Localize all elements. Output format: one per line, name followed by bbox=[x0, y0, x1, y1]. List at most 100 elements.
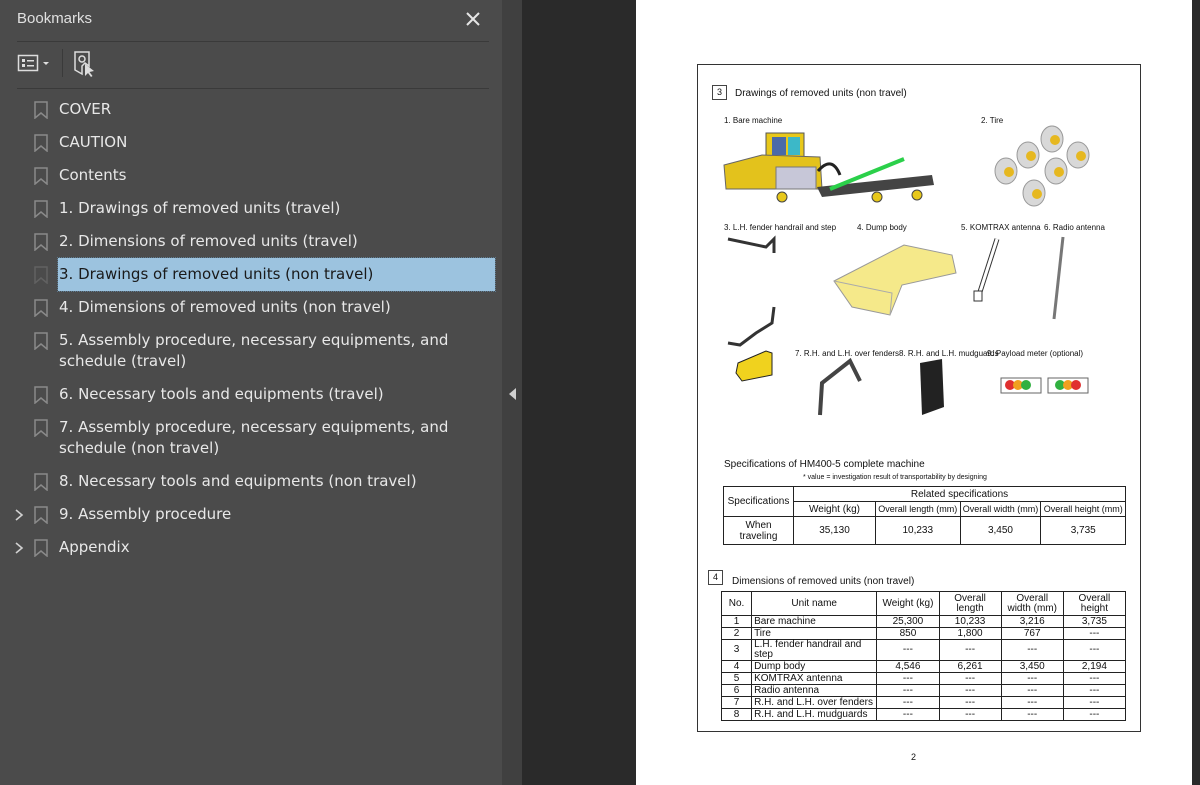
toolbar-separator bbox=[62, 49, 63, 77]
bookmark-label: 1. Drawings of removed units (travel) bbox=[59, 199, 341, 217]
bookmark-item[interactable]: 5. Assembly procedure, necessary equipme… bbox=[0, 324, 502, 378]
table-cell: 767 bbox=[1000, 627, 1064, 640]
bookmark-item[interactable]: 9. Assembly procedure bbox=[0, 498, 502, 531]
panel-title: Bookmarks bbox=[17, 10, 93, 27]
specs-title: Specifications of HM400-5 complete machi… bbox=[724, 459, 925, 470]
column-header: Overall height bbox=[1062, 591, 1127, 616]
table-cell: 2,194 bbox=[1062, 660, 1127, 673]
find-current-bookmark-icon bbox=[74, 51, 94, 77]
table-cell: 2 bbox=[720, 627, 753, 640]
komtrax-antenna-image bbox=[973, 238, 1000, 302]
caption-mudguards: 8. R.H. and L.H. mudguards bbox=[899, 349, 999, 358]
bookmark-icon bbox=[34, 200, 48, 218]
bookmark-item[interactable]: 7. Assembly procedure, necessary equipme… bbox=[0, 411, 502, 465]
column-header: Overall width (mm) bbox=[1000, 591, 1064, 616]
dump-body-image bbox=[833, 244, 957, 316]
table-row: 3 L.H. fender handrail and step --- --- --- -… bbox=[720, 639, 1127, 661]
bookmark-label: 8. Necessary tools and equipments (non t… bbox=[59, 472, 417, 490]
bare-machine-image bbox=[723, 132, 934, 203]
chevron-right-icon[interactable] bbox=[13, 508, 25, 522]
table-cell: 3,216 bbox=[1000, 615, 1064, 628]
column-header: No. bbox=[720, 591, 753, 616]
caption-bare-machine: 1. Bare machine bbox=[724, 116, 783, 125]
table-cell: L.H. fender handrail and step bbox=[751, 639, 878, 661]
table-row: 5 KOMTRAX antenna --- --- --- --- bbox=[720, 672, 1127, 685]
table-cell: --- bbox=[1062, 696, 1127, 709]
bookmark-icon bbox=[34, 506, 48, 524]
table-cell: 8 bbox=[720, 708, 753, 721]
table-cell: 3,735 bbox=[1062, 615, 1127, 628]
bookmark-item[interactable]: 8. Necessary tools and equipments (non t… bbox=[0, 465, 502, 498]
bookmark-item[interactable]: COVER bbox=[0, 93, 502, 126]
bookmark-label: CAUTION bbox=[59, 133, 128, 151]
bookmark-item[interactable]: Contents bbox=[0, 159, 502, 192]
table-cell: R.H. and L.H. over fenders bbox=[751, 696, 878, 709]
table-cell: --- bbox=[938, 639, 1002, 661]
caption-radio-antenna: 6. Radio antenna bbox=[1044, 223, 1105, 232]
find-current-bookmark-button[interactable] bbox=[72, 50, 98, 78]
bookmark-item[interactable]: 6. Necessary tools and equipments (trave… bbox=[0, 378, 502, 411]
table-cell: --- bbox=[1000, 639, 1064, 661]
table-cell: --- bbox=[1000, 672, 1064, 685]
bookmark-icon bbox=[34, 386, 48, 404]
table-cell: --- bbox=[1000, 708, 1064, 721]
table-cell: --- bbox=[1062, 627, 1127, 640]
chevron-down-icon bbox=[43, 62, 49, 65]
table-cell: 4,546 bbox=[876, 660, 940, 673]
bookmark-item[interactable]: 1. Drawings of removed units (travel) bbox=[0, 192, 502, 225]
divider bbox=[17, 88, 489, 89]
table-cell: Radio antenna bbox=[751, 684, 878, 697]
table-cell: 3,450 bbox=[1000, 660, 1064, 673]
table-row: 1 Bare machine 25,300 10,233 3,216 3,735 bbox=[720, 615, 1127, 628]
table-cell: 1,800 bbox=[938, 627, 1002, 640]
table-cell: --- bbox=[876, 639, 940, 661]
bookmarks-panel: Bookmarks COVER CAUTION Contents 1. Drawing… bbox=[0, 0, 502, 785]
bookmark-icon bbox=[34, 233, 48, 251]
specs-cell: 35,130 bbox=[793, 516, 876, 545]
table-cell: 6,261 bbox=[938, 660, 1002, 673]
close-panel-button[interactable] bbox=[462, 8, 484, 30]
bookmark-item[interactable]: 2. Dimensions of removed units (travel) bbox=[0, 225, 502, 258]
bookmark-item[interactable]: Appendix bbox=[0, 531, 502, 564]
specs-col-header: Weight (kg) bbox=[793, 501, 876, 517]
bookmark-item[interactable]: 3. Drawings of removed units (non travel… bbox=[0, 257, 502, 292]
specs-col-header: Overall width (mm) bbox=[959, 501, 1042, 517]
table-cell: Tire bbox=[751, 627, 878, 640]
table-cell: R.H. and L.H. mudguards bbox=[751, 708, 878, 721]
fender-handrail-image bbox=[727, 235, 776, 382]
caption-dump-body: 4. Dump body bbox=[857, 223, 907, 232]
table-cell: --- bbox=[1000, 684, 1064, 697]
table-row: 4 Dump body 4,546 6,261 3,450 2,194 bbox=[720, 660, 1127, 673]
column-header: Unit name bbox=[751, 591, 878, 616]
table-cell: 1 bbox=[720, 615, 753, 628]
bookmark-label: 3. Drawings of removed units (non travel… bbox=[57, 257, 496, 292]
bookmark-icon bbox=[34, 101, 48, 119]
tire-icon bbox=[1040, 125, 1064, 153]
radio-antenna-image bbox=[1052, 236, 1065, 320]
viewer-gutter bbox=[1192, 0, 1200, 785]
bookmark-item[interactable]: CAUTION bbox=[0, 126, 502, 159]
column-header: Weight (kg) bbox=[876, 591, 940, 616]
table-cell: 7 bbox=[720, 696, 753, 709]
options-menu-icon bbox=[17, 54, 49, 72]
close-icon bbox=[466, 12, 480, 26]
bookmark-item[interactable]: 4. Dimensions of removed units (non trav… bbox=[0, 291, 502, 324]
specs-header-left: Specifications bbox=[723, 486, 794, 517]
bookmark-icon bbox=[34, 539, 48, 557]
collapse-panel-button[interactable] bbox=[509, 385, 517, 400]
options-dropdown-button[interactable] bbox=[17, 52, 57, 74]
document-page: 3 Drawings of removed units (non travel)… bbox=[636, 0, 1192, 785]
specs-header-group: Related specifications bbox=[793, 486, 1126, 502]
specs-note: * value = investigation result of transp… bbox=[803, 474, 987, 481]
chevron-right-icon[interactable] bbox=[13, 541, 25, 555]
table-cell: --- bbox=[876, 708, 940, 721]
table-cell: Dump body bbox=[751, 660, 878, 673]
table-header-row: No. Unit name Weight (kg) Overall length Ove… bbox=[720, 591, 1127, 616]
section-number-box: 4 bbox=[708, 570, 723, 585]
caption-fender-handrail: 3. L.H. fender handrail and step bbox=[724, 223, 837, 232]
table-cell: 25,300 bbox=[876, 615, 940, 628]
table-cell: --- bbox=[938, 708, 1002, 721]
bookmark-label: 9. Assembly procedure bbox=[59, 505, 232, 523]
table-cell: --- bbox=[1062, 684, 1127, 697]
table-cell: --- bbox=[876, 696, 940, 709]
